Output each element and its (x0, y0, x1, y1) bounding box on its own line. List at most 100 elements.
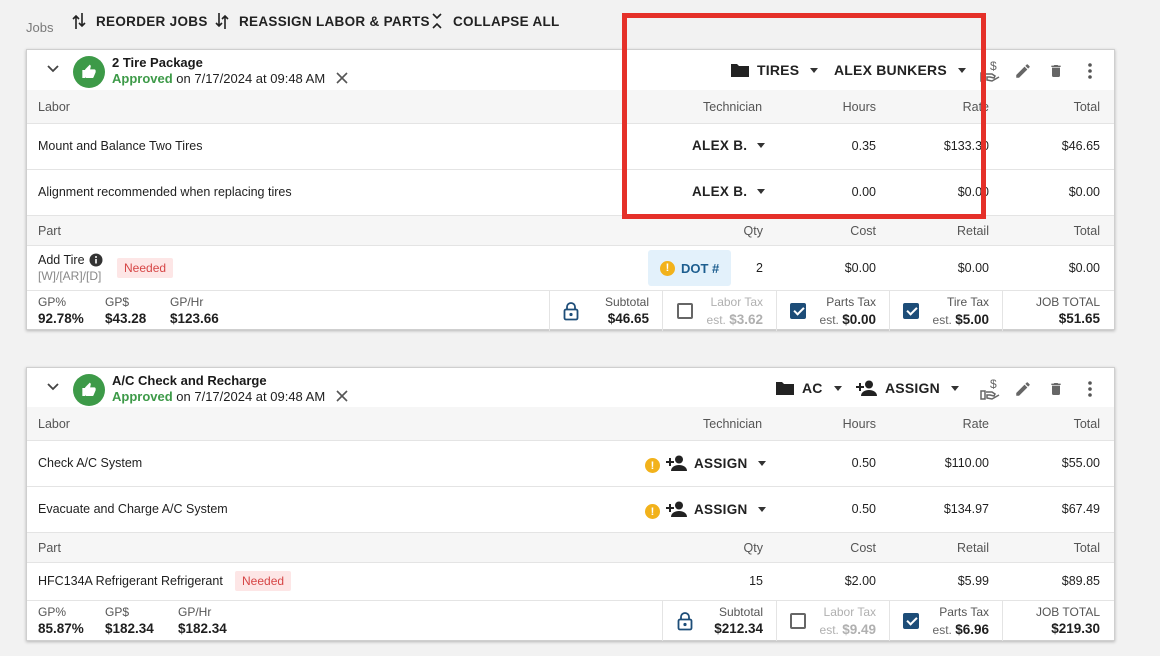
reassign-button[interactable]: REASSIGN LABOR & PARTS (215, 12, 430, 30)
job-title: A/C Check and Recharge (112, 373, 267, 388)
divider (889, 601, 890, 641)
labor-row[interactable]: Check A/C System ! ASSIGN 0.50 $110.00 $… (27, 440, 1114, 486)
job-total-label: JOB TOTAL (1035, 295, 1100, 309)
job-header: A/C Check and Recharge Approved on 7/17/… (27, 368, 1114, 407)
caret-down-icon (950, 385, 959, 391)
part-retail: $0.00 (957, 261, 989, 275)
part-col-header: Part (38, 224, 61, 238)
job-total-value: $51.65 (1058, 311, 1100, 326)
gphr-label: GP/Hr (170, 295, 204, 309)
person-add-icon (856, 380, 877, 396)
technician-assign-dropdown[interactable]: ASSIGN (666, 501, 766, 517)
caret-down-icon (757, 506, 766, 512)
part-retail: $5.99 (957, 574, 989, 588)
labor-rate: $0.00 (957, 185, 989, 199)
labor-col-header: Labor (38, 100, 70, 114)
close-icon[interactable] (336, 72, 348, 84)
labor-name: Mount and Balance Two Tires (38, 139, 203, 153)
labor-rate: $110.00 (944, 456, 989, 470)
rate-col-header: Rate (962, 417, 989, 431)
labor-total: $55.00 (1061, 456, 1100, 470)
divider (889, 291, 890, 331)
status-approved: Approved (112, 389, 173, 404)
reassign-icon (215, 13, 229, 29)
labor-total: $46.65 (1061, 139, 1100, 153)
edit-pencil-icon[interactable] (1014, 62, 1032, 80)
part-name: HFC134A Refrigerant Refrigerant (38, 574, 223, 588)
labor-header-row: Labor Technician Hours Rate Total (27, 407, 1114, 440)
parts-tax-label: Parts Tax (939, 605, 989, 619)
assignee-dropdown[interactable]: ALEX BUNKERS (834, 62, 966, 78)
jobs-label: Jobs (26, 20, 54, 35)
pricing-hand-icon[interactable]: $ (980, 378, 1000, 400)
lock-open-icon[interactable] (677, 612, 693, 631)
subtotal-value: $212.34 (714, 621, 763, 636)
labor-tax-checkbox[interactable] (677, 303, 693, 319)
close-icon[interactable] (336, 390, 348, 402)
total-col-header: Total (1073, 541, 1100, 555)
labor-row[interactable]: Evacuate and Charge A/C System ! ASSIGN … (27, 486, 1114, 532)
gphr-value: $123.66 (170, 311, 219, 326)
warning-icon: ! (660, 260, 675, 276)
part-row[interactable]: Add Tire [W]/[AR]/[D] Needed ! DOT # 2 $0… (27, 245, 1114, 290)
dot-number-button[interactable]: ! DOT # (648, 250, 732, 286)
labor-row[interactable]: Alignment recommended when replacing tir… (27, 169, 1114, 215)
hours-col-header: Hours (842, 100, 876, 114)
job-header: 2 Tire Package Approved on 7/17/2024 at … (27, 50, 1114, 90)
reorder-jobs-button[interactable]: REORDER JOBS (72, 12, 208, 30)
job-card-tires: 2 Tire Package Approved on 7/17/2024 at … (26, 49, 1115, 331)
part-total: $89.85 (1061, 574, 1100, 588)
technician-dropdown[interactable]: ALEX B. (692, 138, 766, 153)
delete-trash-icon[interactable] (1048, 62, 1064, 80)
job-card-ac: A/C Check and Recharge Approved on 7/17/… (26, 367, 1115, 641)
chevron-down-icon[interactable] (45, 61, 61, 77)
part-cost: $0.00 (844, 261, 876, 275)
gphr-value: $182.34 (178, 621, 227, 636)
job-total-label: JOB TOTAL (1035, 605, 1100, 619)
caret-down-icon (810, 67, 819, 73)
parts-tax-checkbox[interactable] (903, 613, 919, 629)
qty-col-header: Qty (743, 224, 763, 238)
person-add-icon (666, 455, 687, 471)
more-vert-icon[interactable] (1087, 63, 1093, 79)
divider (549, 291, 550, 331)
parts-tax-checkbox[interactable] (790, 303, 806, 319)
technician-assign-dropdown[interactable]: ASSIGN (666, 455, 766, 471)
subtotal-label: Subtotal (718, 605, 763, 619)
pricing-hand-icon[interactable]: $ (980, 60, 1000, 82)
parts-tax-amount: $0.00 (842, 312, 876, 327)
part-qty: 15 (749, 574, 763, 588)
category-dropdown[interactable]: TIRES (730, 62, 819, 78)
labor-row[interactable]: Mount and Balance Two Tires ALEX B. 0.35… (27, 123, 1114, 169)
part-row[interactable]: HFC134A Refrigerant Refrigerant Needed 1… (27, 562, 1114, 600)
labor-name: Evacuate and Charge A/C System (38, 502, 228, 516)
part-cost: $2.00 (844, 574, 876, 588)
category-dropdown[interactable]: AC (775, 380, 842, 396)
cost-col-header: Cost (850, 224, 876, 238)
technician-dropdown[interactable]: ALEX B. (692, 184, 766, 199)
labor-hours: 0.50 (851, 456, 876, 470)
chevron-down-icon[interactable] (45, 379, 61, 395)
tire-tax-checkbox[interactable] (903, 303, 919, 319)
info-icon[interactable] (89, 253, 103, 267)
assignee-dropdown[interactable]: ASSIGN (856, 380, 959, 396)
tire-tax-label: Tire Tax (946, 295, 989, 309)
delete-trash-icon[interactable] (1048, 380, 1064, 398)
divider (662, 291, 663, 331)
part-qty: 2 (756, 261, 763, 275)
lock-open-icon[interactable] (563, 302, 579, 321)
job-status: Approved on 7/17/2024 at 09:48 AM (112, 71, 325, 86)
needed-badge: Needed (117, 258, 174, 278)
labor-tax-checkbox[interactable] (790, 613, 806, 629)
divider (776, 291, 777, 331)
folder-icon (776, 382, 794, 395)
job-title: 2 Tire Package (112, 55, 203, 70)
more-vert-icon[interactable] (1087, 381, 1093, 397)
parts-tax-value: est. $0.00 (820, 312, 876, 327)
dot-label: DOT # (681, 260, 720, 276)
collapse-all-button[interactable]: COLLAPSE ALL (431, 12, 560, 30)
retail-col-header: Retail (957, 541, 989, 555)
labor-tax-value: est. $9.49 (820, 622, 876, 637)
gphr-label: GP/Hr (178, 605, 212, 619)
edit-pencil-icon[interactable] (1014, 380, 1032, 398)
